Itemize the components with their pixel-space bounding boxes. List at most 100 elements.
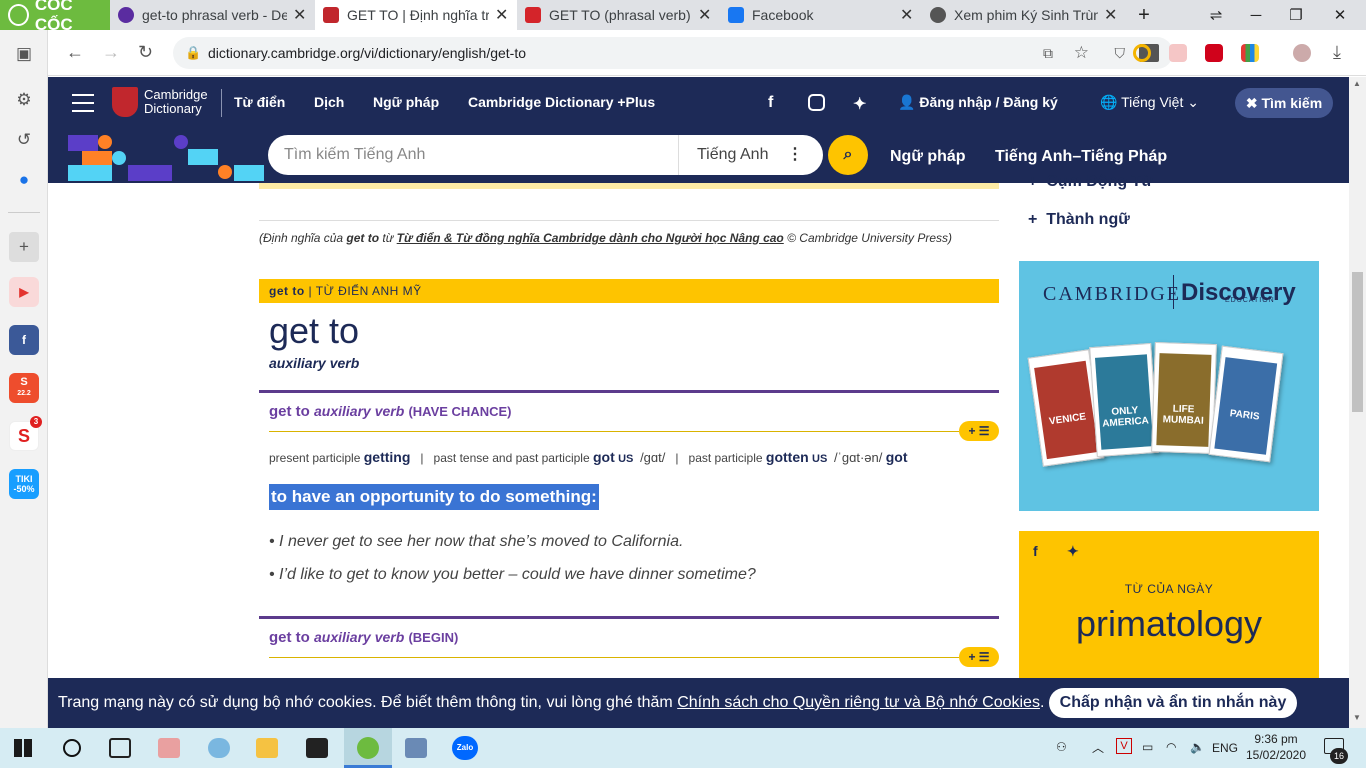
app-icon[interactable] (208, 738, 230, 758)
coccoc-taskbar-button[interactable] (344, 728, 392, 768)
extension-adblock-icon[interactable] (1169, 44, 1187, 62)
minimize-icon[interactable]: ─ (1236, 0, 1276, 30)
clock-date[interactable]: 15/02/2020 (1244, 748, 1308, 762)
translate-icon[interactable]: ⧉ (1043, 37, 1053, 69)
address-toolbar: ← → ↻ 🔒 dictionary.cambridge.org/vi/dict… (48, 30, 1366, 76)
nav-cambridge-plus[interactable]: Cambridge Dictionary +Plus (468, 94, 655, 110)
scrollbar-thumb[interactable] (1352, 272, 1363, 412)
logo-line2: Dictionary (144, 101, 202, 116)
tab-get-to-phrasal-verb-de[interactable]: get-to phrasal verb - De ✕ (110, 0, 315, 30)
tab-ky-sinh-trung[interactable]: Xem phim Ký Sinh Trùng ✕ (922, 0, 1126, 30)
region-label: US (812, 453, 828, 465)
settings-gear-icon[interactable]: ⚙ (12, 88, 36, 112)
profile-avatar[interactable] (1293, 44, 1311, 62)
scroll-up-icon[interactable]: ▲ (1353, 79, 1361, 88)
show-hidden-icons[interactable]: ︿ (1092, 739, 1104, 756)
dictionary-selector[interactable]: Tiếng Anh ⋮ (678, 135, 823, 175)
search-input[interactable]: Tìm kiếm Tiếng Anh Tiếng Anh ⋮ (268, 135, 823, 175)
scroll-down-icon[interactable]: ▼ (1353, 713, 1361, 722)
sidebar-panel-icon[interactable]: ▣ (12, 42, 36, 66)
nav-ngu-phap[interactable]: Ngữ pháp (373, 94, 439, 110)
new-tab-button[interactable]: + (1124, 0, 1164, 30)
nav-dich[interactable]: Dịch (314, 94, 344, 110)
input-language[interactable]: ENG (1212, 741, 1238, 755)
twitter-icon[interactable]: ✦ (853, 94, 866, 114)
zalo-icon[interactable]: Zalo (452, 736, 478, 760)
close-icon[interactable]: ✕ (1104, 5, 1118, 25)
related-link-idioms[interactable]: + Thành ngữ (1028, 211, 1130, 229)
sticky-notes-icon[interactable] (306, 738, 328, 758)
secnav-anh-phap[interactable]: Tiếng Anh–Tiếng Pháp (995, 148, 1167, 166)
facebook-icon: f (22, 333, 26, 347)
cambridge-discovery-ad[interactable]: CAMBRIDGE Discovery EDUCATION VENICE ONL… (1019, 261, 1319, 511)
file-explorer-icon[interactable] (256, 738, 278, 758)
facebook-icon[interactable]: f (768, 94, 773, 112)
tiki-shortcut[interactable]: TIKI -50% (9, 469, 39, 499)
extension-color-icon[interactable] (1241, 44, 1259, 62)
vietkey-icon[interactable]: V (1116, 738, 1132, 754)
tab-facebook[interactable]: Facebook ✕ (720, 0, 922, 30)
close-window-icon[interactable]: ✕ (1320, 0, 1360, 30)
facebook-share-icon[interactable]: f (1033, 543, 1038, 559)
restore-icon[interactable]: ❐ (1276, 0, 1316, 30)
people-icon[interactable]: ⚇ (1056, 740, 1067, 754)
verb-forms: present participle getting | past tense … (269, 449, 908, 465)
tab-list-icon[interactable]: ⇌ (1196, 0, 1236, 30)
volume-icon[interactable]: 🔈 (1190, 740, 1205, 754)
cortana-search-icon[interactable] (63, 739, 81, 757)
back-arrow-icon[interactable]: ← (66, 42, 84, 63)
menu-hamburger-icon[interactable] (72, 94, 94, 112)
related-link-phrasal-verbs[interactable]: + Cụm Động Từ (1028, 173, 1153, 191)
add-to-wordlist-button[interactable]: + ☰ (959, 421, 999, 441)
task-view-icon[interactable] (109, 738, 131, 758)
forward-arrow-icon[interactable]: → (102, 42, 120, 63)
close-icon[interactable]: ✕ (495, 5, 509, 25)
history-icon[interactable]: ↺ (12, 128, 36, 152)
search-submit-button[interactable]: ⌕ (828, 135, 868, 175)
secnav-ngu-phap[interactable]: Ngữ pháp (890, 148, 966, 166)
source-link[interactable]: Từ điển & Từ đồng nghĩa Cambridge dành c… (397, 231, 784, 245)
address-bar[interactable]: 🔒 dictionary.cambridge.org/vi/dictionary… (173, 37, 1173, 69)
language-selector[interactable]: 🌐 Tiếng Việt ⌄ (1100, 94, 1199, 111)
bookmark-star-icon[interactable]: ☆ (1074, 37, 1089, 69)
entry-header-label: | TỪ ĐIỂN ANH MỸ (304, 284, 422, 298)
extension-chrome-icon[interactable] (1133, 44, 1151, 62)
reload-icon[interactable]: ↻ (138, 42, 153, 63)
sendo-shortcut[interactable]: S 3 (9, 416, 42, 451)
shield-icon[interactable]: ⛉ (1115, 37, 1126, 69)
search-icon: ⌕ (843, 146, 853, 163)
page-scrollbar[interactable]: ▲ ▼ (1349, 77, 1366, 728)
tab-cambridge-get-to[interactable]: GET TO | Định nghĩa tro ✕ (315, 0, 517, 30)
add-shortcut-icon[interactable]: + (9, 232, 39, 262)
accept-cookies-button[interactable]: Chấp nhận và ẩn tin nhắn này (1049, 688, 1297, 718)
nav-tu-dien[interactable]: Từ điển (234, 94, 285, 110)
shopee-shortcut[interactable]: S 22.2 (9, 373, 39, 403)
ad-book-cover: ONLY AMERICA (1089, 342, 1159, 458)
login-link[interactable]: 👤 Đăng nhập / Đăng ký (898, 94, 1058, 111)
app-icon[interactable] (405, 738, 427, 758)
close-icon[interactable]: ✕ (293, 5, 307, 25)
messenger-icon[interactable]: ● (12, 168, 36, 192)
search-toggle-button[interactable]: ✖ Tìm kiếm (1235, 88, 1333, 118)
downloads-icon[interactable]: ⤓ (1333, 42, 1341, 63)
wifi-icon[interactable]: ◠ (1166, 740, 1176, 754)
close-icon[interactable]: ✕ (900, 5, 914, 25)
extension-red-icon[interactable] (1205, 44, 1223, 62)
tab-get-to-phrasal-verb-vn[interactable]: GET TO (phrasal verb) đ ✕ (517, 0, 720, 30)
youtube-shortcut[interactable]: ▶ (9, 277, 39, 307)
app-icon[interactable] (158, 738, 180, 758)
cookie-policy-link[interactable]: Chính sách cho Quyền riêng tư và Bộ nhớ … (677, 694, 1040, 711)
cambridge-dictionary-logo[interactable]: Cambridge Dictionary (112, 87, 208, 117)
wotd-word[interactable]: primatology (1019, 603, 1319, 645)
lock-icon: 🔒 (185, 45, 202, 60)
twitter-share-icon[interactable]: ✦ (1067, 543, 1079, 560)
close-icon[interactable]: ✕ (698, 5, 712, 25)
notification-count: 16 (1330, 748, 1348, 764)
clock-time[interactable]: 9:36 pm (1248, 732, 1304, 746)
instagram-icon[interactable] (808, 94, 825, 111)
windows-start-icon[interactable] (14, 739, 32, 757)
battery-icon[interactable]: ▭ (1142, 740, 1153, 754)
coccoc-menu-button[interactable]: CỐC CỐC (0, 0, 110, 34)
facebook-shortcut[interactable]: f (9, 325, 39, 355)
add-to-wordlist-button[interactable]: + ☰ (959, 647, 999, 667)
